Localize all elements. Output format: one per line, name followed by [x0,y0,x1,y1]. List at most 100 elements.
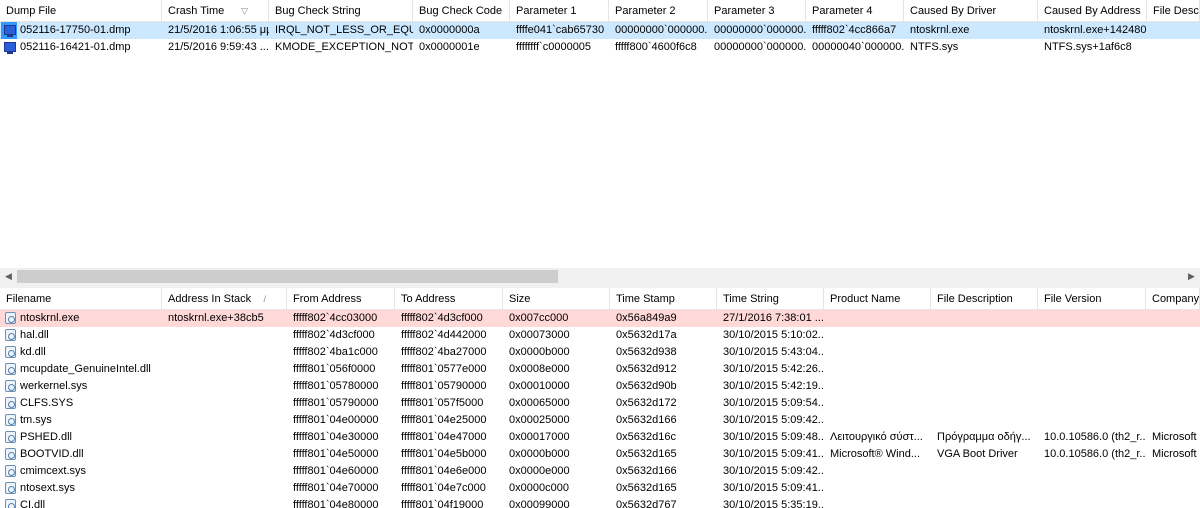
column-header[interactable]: Caused By Driver [904,0,1038,22]
column-header[interactable]: File Descri [1147,0,1200,22]
column-header[interactable]: Parameter 4 [806,0,904,22]
table-cell: 0x5632d172 [610,395,717,412]
table-row[interactable]: PSHED.dll fffff801`04e30000 fffff801`04e47… [0,429,1200,446]
table-cell: fffff801`05790000 [395,378,503,395]
table-cell: 0x5632d16c [610,429,717,446]
cell-text: 0x00065000 [509,397,570,409]
cell-text: 30/10/2015 5:09:42... [723,465,824,477]
table-row[interactable]: CLFS.SYS fffff801`05790000 fffff801`057f50… [0,395,1200,412]
table-cell: 30/10/2015 5:09:42... [717,412,824,429]
cell-text: fffff801`04e30000 [293,431,379,443]
column-header[interactable]: File Description [931,288,1038,310]
cell-text: Microsoft [1152,431,1197,443]
column-header[interactable]: Dump File [0,0,162,22]
table-cell: mcupdate_GenuineIntel.dll [0,361,162,378]
table-cell: fffff801`057f5000 [395,395,503,412]
table-cell: 0x00010000 [503,378,610,395]
table-cell: 30/10/2015 5:42:19... [717,378,824,395]
table-row[interactable]: kd.dll fffff802`4ba1c000 fffff802`4ba27000… [0,344,1200,361]
scroll-right-icon[interactable]: ▶ [1183,268,1200,285]
column-header[interactable]: Product Name [824,288,931,310]
table-row[interactable]: 052116-17750-01.dmp 21/5/2016 1:06:55 μμ I… [0,22,1200,39]
column-header[interactable]: Parameter 2 [609,0,708,22]
cell-text: ntoskrnl.exe [910,24,970,36]
table-cell: 27/1/2016 7:38:01 ... [717,310,824,327]
table-cell [162,327,287,344]
cell-text: 0x5632d166 [616,465,677,477]
cell-text: 30/10/2015 5:09:41... [723,448,824,460]
scroll-left-icon[interactable]: ◀ [0,268,17,285]
table-row[interactable]: CI.dll fffff801`04e80000 fffff801`04f19000… [0,497,1200,508]
column-header[interactable]: Caused By Address [1038,0,1147,22]
driver-list[interactable]: Filename Address In Stack / From Address To … [0,288,1200,508]
table-cell: 0x56a849a9 [610,310,717,327]
column-header[interactable]: Bug Check Code [413,0,510,22]
cell-text: 30/10/2015 5:43:04... [723,346,824,358]
table-cell [824,463,931,480]
table-cell [1038,361,1146,378]
table-cell [931,395,1038,412]
column-header[interactable]: From Address [287,288,395,310]
column-header[interactable]: Company [1146,288,1200,310]
column-header[interactable]: Size [503,288,610,310]
column-header[interactable]: Time String [717,288,824,310]
table-cell [931,378,1038,395]
cell-text: fffff801`0577e000 [401,363,487,375]
table-cell [1147,39,1200,56]
table-cell: fffff800`4600f6c8 [609,39,708,56]
table-cell [162,429,287,446]
column-header[interactable]: Crash Time ▽ [162,0,269,22]
column-header[interactable]: File Version [1038,288,1146,310]
column-header[interactable]: Address In Stack / [162,288,287,310]
cell-text: 052116-16421-01.dmp [20,41,131,53]
table-cell: VGA Boot Driver [931,446,1038,463]
table-row[interactable]: tm.sys fffff801`04e00000 fffff801`04e25000… [0,412,1200,429]
column-header[interactable]: Parameter 3 [708,0,806,22]
cell-text: fffff801`05790000 [293,397,379,409]
table-row[interactable]: hal.dll fffff802`4d3cf000 fffff802`4d44200… [0,327,1200,344]
module-file-icon [5,465,16,477]
table-row[interactable]: ntoskrnl.exe ntoskrnl.exe+38cb5 fffff802`4… [0,310,1200,327]
table-cell [1147,22,1200,39]
table-cell: 30/10/2015 5:09:42... [717,463,824,480]
scrollbar-thumb[interactable] [17,270,558,283]
table-row[interactable]: cmimcext.sys fffff801`04e60000 fffff801`04… [0,463,1200,480]
cell-text: fffff801`04e5b000 [401,448,487,460]
table-row[interactable]: BOOTVID.dll fffff801`04e50000 fffff801`04e… [0,446,1200,463]
cell-text: 0x5632d767 [616,499,677,508]
column-header[interactable]: Parameter 1 [510,0,609,22]
module-file-icon [5,346,16,358]
table-cell [162,463,287,480]
table-cell: fffff801`04e00000 [287,412,395,429]
table-cell: ntoskrnl.exe+142480 [1038,22,1147,39]
horizontal-scrollbar[interactable]: ◀ ▶ [0,268,1200,285]
table-cell: NTFS.sys [904,39,1038,56]
module-file-icon [5,363,16,375]
table-cell: 0x0000001e [413,39,510,56]
table-row[interactable]: werkernel.sys fffff801`05780000 fffff801`0… [0,378,1200,395]
table-row[interactable]: 052116-16421-01.dmp 21/5/2016 9:59:43 ...… [0,39,1200,56]
cell-text: 0x0000b000 [509,346,570,358]
column-header[interactable]: Filename [0,288,162,310]
table-cell: fffff802`4d442000 [395,327,503,344]
table-cell: 10.0.10586.0 (th2_r... [1038,429,1146,446]
dump-file-list[interactable]: Dump File Crash Time ▽ Bug Check String Bug … [0,0,1200,268]
module-file-icon [5,414,16,426]
cell-text: ntosext.sys [20,482,76,494]
table-row[interactable]: mcupdate_GenuineIntel.dll fffff801`056f00… [0,361,1200,378]
column-header[interactable]: Bug Check String [269,0,413,22]
column-header[interactable]: To Address [395,288,503,310]
cell-text: 0x007cc000 [509,312,569,324]
table-cell: fffff801`04e80000 [287,497,395,508]
cell-text: 00000000`000000... [714,24,806,36]
table-row[interactable]: ntosext.sys fffff801`04e70000 fffff801`04e… [0,480,1200,497]
table-cell: 0x5632d912 [610,361,717,378]
column-header-label: To Address [401,293,456,305]
table-cell: ntosext.sys [0,480,162,497]
table-cell [1146,463,1200,480]
cell-text: BOOTVID.dll [20,448,84,460]
column-header[interactable]: Time Stamp [610,288,717,310]
cell-text: 0x5632d172 [616,397,677,409]
table-cell [824,310,931,327]
table-cell [1038,344,1146,361]
